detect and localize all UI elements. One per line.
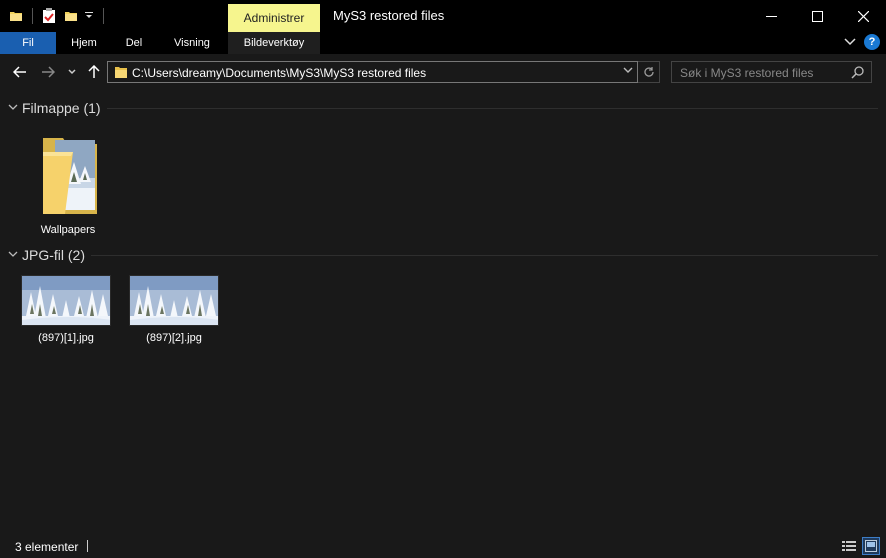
expand-ribbon-chevron-icon[interactable]: [844, 35, 856, 49]
collapse-chevron-icon[interactable]: [8, 103, 22, 114]
item-count: 3 elementer: [15, 540, 79, 554]
arrow-up-icon: [88, 65, 100, 78]
item-label: (897)[2].jpg: [146, 332, 202, 344]
divider: [32, 8, 33, 24]
folder-with-preview-icon: [43, 138, 97, 214]
minimize-button[interactable]: [748, 0, 794, 32]
close-icon: [857, 10, 869, 22]
group-title: JPG-fil (2): [22, 247, 85, 263]
ribbon-tabs: Fil Hjem Del Visning Bildeverktøy ?: [0, 32, 886, 54]
divider: [103, 8, 104, 24]
refresh-icon: [643, 67, 654, 77]
maximize-button[interactable]: [794, 0, 840, 32]
tab-hjem[interactable]: Hjem: [56, 32, 112, 54]
file-list-pane: Filmappe (1) Wallpapers JPG-fil (2) (897…: [0, 90, 886, 534]
group-header-filmappe[interactable]: Filmappe (1): [8, 100, 878, 116]
folder-item-wallpapers[interactable]: Wallpapers: [22, 132, 114, 236]
large-icons-view-button[interactable]: [862, 537, 880, 555]
image-item-1[interactable]: (897)[1].jpg: [20, 275, 112, 344]
group-header-jpg[interactable]: JPG-fil (2): [8, 247, 878, 263]
window-title: MyS3 restored files: [333, 8, 445, 23]
tab-administrer[interactable]: Administrer: [228, 4, 320, 32]
maximize-icon: [811, 10, 823, 22]
image-thumbnail: [21, 275, 111, 326]
forward-button[interactable]: [38, 62, 58, 82]
help-button[interactable]: ?: [864, 34, 880, 50]
close-button[interactable]: [840, 0, 886, 32]
properties-icon[interactable]: [41, 7, 57, 25]
details-view-button[interactable]: [840, 537, 858, 555]
item-label: Wallpapers: [40, 224, 96, 236]
tab-del[interactable]: Del: [112, 32, 156, 54]
ribbon-controls: ?: [844, 34, 880, 50]
address-path[interactable]: C:\Users\dreamy\Documents\MyS3\MyS3 rest…: [132, 66, 426, 80]
tab-visning[interactable]: Visning: [156, 32, 228, 54]
address-history-chevron-icon[interactable]: [623, 65, 633, 77]
status-bar: 3 elementer: [0, 534, 886, 558]
chevron-down-icon: [68, 69, 76, 75]
new-folder-icon[interactable]: [63, 7, 79, 25]
search-icon[interactable]: [851, 65, 865, 82]
tab-bildeverktoy[interactable]: Bildeverktøy: [228, 32, 320, 54]
arrow-left-icon: [13, 66, 26, 78]
quick-access-toolbar: [8, 6, 112, 26]
address-bar[interactable]: C:\Users\dreamy\Documents\MyS3\MyS3 rest…: [107, 61, 638, 83]
large-icons-view-icon: [865, 540, 877, 552]
title-bar: Administrer MyS3 restored files: [0, 0, 886, 32]
details-view-icon: [842, 541, 856, 551]
folder-icon: [114, 65, 128, 82]
image-item-2[interactable]: (897)[2].jpg: [128, 275, 220, 344]
recent-locations-button[interactable]: [64, 62, 80, 82]
folder-icon[interactable]: [8, 7, 24, 25]
collapse-chevron-icon[interactable]: [8, 250, 22, 261]
image-thumbnail: [129, 275, 219, 326]
group-title: Filmappe (1): [22, 100, 101, 116]
arrow-right-icon: [42, 66, 55, 78]
divider: [87, 540, 88, 552]
refresh-button[interactable]: [638, 61, 660, 83]
up-button[interactable]: [84, 62, 104, 82]
customize-toolbar-chevron-icon[interactable]: [85, 11, 93, 22]
divider: [106, 107, 878, 109]
back-button[interactable]: [10, 62, 30, 82]
item-label: (897)[1].jpg: [38, 332, 94, 344]
search-box[interactable]: Søk i MyS3 restored files: [671, 61, 872, 83]
divider: [91, 254, 878, 256]
search-input[interactable]: Søk i MyS3 restored files: [680, 66, 813, 80]
tab-fil[interactable]: Fil: [0, 32, 56, 54]
minimize-icon: [765, 15, 777, 17]
